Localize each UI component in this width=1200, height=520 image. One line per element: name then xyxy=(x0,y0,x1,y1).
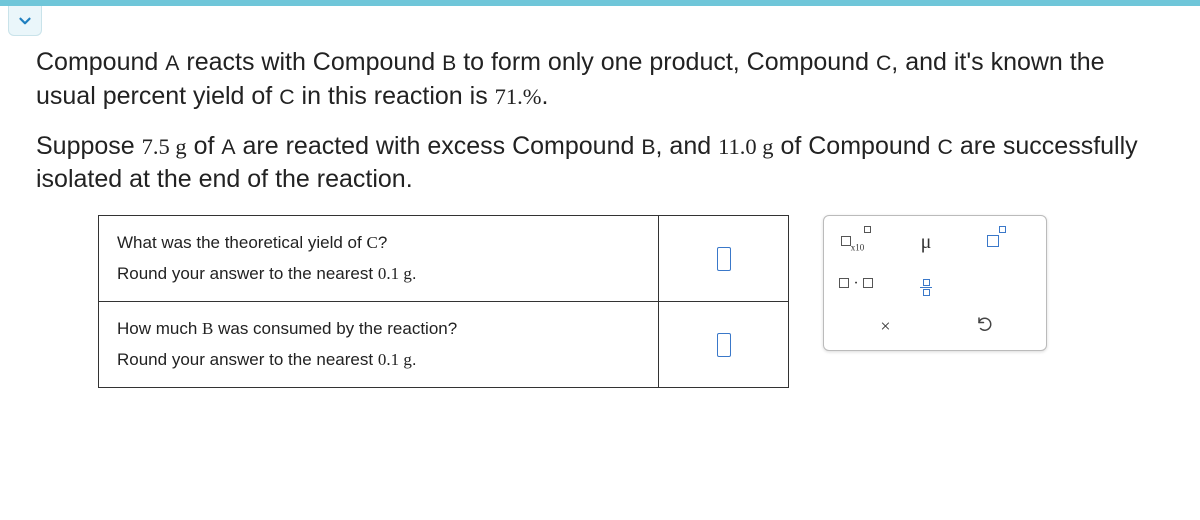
tool-undo[interactable] xyxy=(965,315,1005,338)
tool-clear[interactable]: × xyxy=(866,316,906,337)
chevron-down-icon xyxy=(16,12,34,30)
tool-superscript[interactable] xyxy=(976,232,1016,251)
undo-icon xyxy=(976,315,994,333)
symbol-toolpanel: x10 μ · × xyxy=(823,215,1047,351)
answer-1-cell[interactable] xyxy=(659,216,789,302)
tool-sci-notation[interactable]: x10 xyxy=(836,232,876,253)
collapse-toggle[interactable] xyxy=(8,6,42,36)
problem-paragraph-1: Compound A reacts with Compound B to for… xyxy=(36,46,1164,114)
question-table: What was the theoretical yield of C? Rou… xyxy=(98,215,789,388)
answer-box-icon xyxy=(717,247,731,271)
tool-multiply-dot[interactable]: · xyxy=(836,275,876,293)
question-1-text: What was the theoretical yield of C? Rou… xyxy=(99,216,659,302)
answer-2-cell[interactable] xyxy=(659,302,789,388)
question-row-2: How much B was consumed by the reaction?… xyxy=(99,302,789,388)
tool-mu[interactable]: μ xyxy=(906,231,946,254)
tool-fraction[interactable] xyxy=(906,273,946,296)
answer-box-icon xyxy=(717,333,731,357)
question-2-text: How much B was consumed by the reaction?… xyxy=(99,302,659,388)
question-row-1: What was the theoretical yield of C? Rou… xyxy=(99,216,789,302)
problem-paragraph-2: Suppose 7.5 g of A are reacted with exce… xyxy=(36,130,1164,198)
